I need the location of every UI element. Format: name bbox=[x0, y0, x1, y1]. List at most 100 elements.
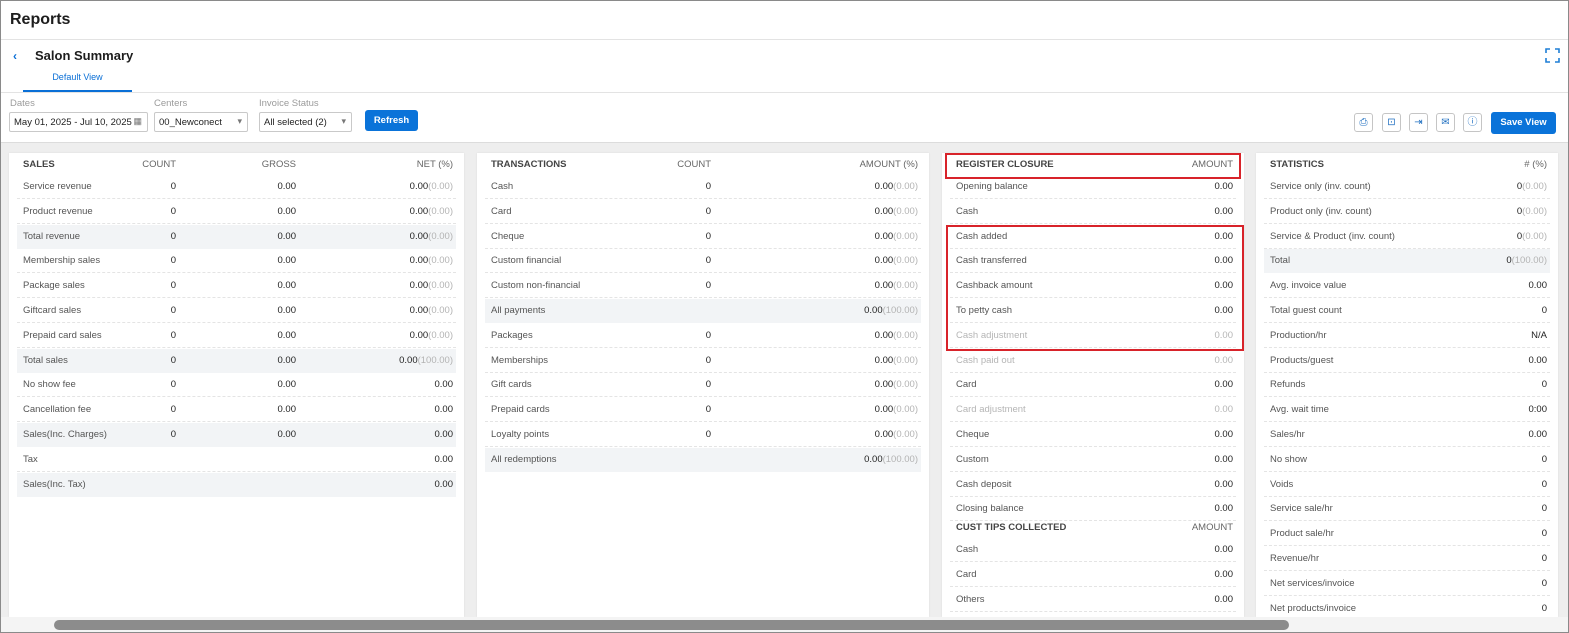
row-label: Card bbox=[491, 205, 512, 217]
row-label: All redemptions bbox=[491, 453, 557, 465]
count-value: 0 bbox=[705, 230, 711, 242]
horizontal-scrollbar[interactable] bbox=[54, 620, 1289, 630]
gross-value: 0.00 bbox=[277, 404, 297, 416]
print-icon[interactable]: ⎙ bbox=[1354, 113, 1373, 132]
save-view-button[interactable]: Save View bbox=[1491, 112, 1556, 134]
table-row: Refunds 0 bbox=[1264, 373, 1550, 398]
row-label: Gift cards bbox=[491, 379, 532, 391]
count-value: 0 bbox=[705, 329, 711, 341]
chevron-left-icon[interactable]: ‹ bbox=[13, 49, 17, 63]
transactions-header: TRANSACTIONS COUNT AMOUNT (%) bbox=[491, 159, 918, 170]
net-percent: (0.00) bbox=[428, 181, 453, 192]
table-row: Product only (inv. count) 0(0.00) bbox=[1264, 200, 1550, 224]
refresh-button[interactable]: Refresh bbox=[365, 110, 418, 131]
dates-field[interactable]: May 01, 2025 - Jul 10, 2025 ▦ bbox=[9, 112, 148, 132]
net-value: 0.00(0.00) bbox=[410, 255, 453, 266]
value: 0 bbox=[1541, 453, 1547, 465]
amount: 0.00 bbox=[874, 181, 894, 192]
table-row: Prepaid cards 0 0.00(0.00) bbox=[485, 398, 921, 423]
value: 0.00 bbox=[1528, 429, 1548, 440]
net-percent: (0.00) bbox=[428, 329, 453, 341]
table-row: Tax 0.00 bbox=[17, 448, 456, 472]
row-label: Membership sales bbox=[23, 255, 101, 267]
stat-value: 0.00 bbox=[1529, 429, 1548, 440]
row-label: No show bbox=[1270, 453, 1307, 465]
amount-percent: (0.00) bbox=[893, 404, 918, 416]
row-label: Others bbox=[956, 593, 985, 605]
gross-value: 0.00 bbox=[277, 280, 297, 292]
net-amount: 0.00 bbox=[434, 379, 454, 391]
info-icon[interactable]: ⓘ bbox=[1463, 113, 1482, 132]
table-row: Net services/invoice 0 bbox=[1264, 572, 1550, 596]
expand-icon[interactable] bbox=[1544, 47, 1561, 64]
amount-percent: (0.00) bbox=[893, 379, 918, 391]
table-row: Cash deposit 0.00 bbox=[950, 473, 1236, 497]
net-amount: 0.00 bbox=[409, 305, 429, 316]
amount-percent: (0.00) bbox=[893, 354, 918, 366]
table-row: Prepaid card sales 0 0.00 0.00(0.00) bbox=[17, 324, 456, 348]
row-label: Package sales bbox=[23, 280, 85, 292]
row-label: Avg. invoice value bbox=[1270, 280, 1347, 292]
invoice-status-select[interactable]: All selected (2) ▾ bbox=[259, 112, 352, 132]
stat-value: 0 bbox=[1542, 578, 1547, 589]
table-row: Net products/invoice 0 bbox=[1264, 597, 1550, 617]
email-icon[interactable]: ✉ bbox=[1436, 113, 1455, 132]
value: 0 bbox=[1541, 577, 1547, 589]
net-amount: 0.00 bbox=[434, 478, 454, 490]
value: 0.00 bbox=[1528, 280, 1548, 292]
row-label: Cash deposit bbox=[956, 478, 1012, 490]
value: 0 bbox=[1541, 503, 1547, 515]
stat-value: 0 bbox=[1542, 305, 1547, 316]
count-value: 0 bbox=[705, 205, 711, 217]
amount-value: 0.00(0.00) bbox=[875, 379, 918, 390]
net-amount: 0.00 bbox=[434, 404, 454, 416]
gross-value: 0.00 bbox=[277, 255, 297, 267]
transactions-panel: TRANSACTIONS COUNT AMOUNT (%) Cash 0 0.00(… bbox=[477, 153, 929, 617]
net-value: 0.00 bbox=[435, 404, 454, 415]
table-row: Service revenue 0 0.00 0.00(0.00) bbox=[17, 175, 456, 199]
net-amount: 0.00 bbox=[434, 429, 454, 440]
table-row: Revenue/hr 0 bbox=[1264, 547, 1550, 571]
table-row: Loyalty points 0 0.00(0.00) bbox=[485, 423, 921, 447]
tips-header-label: CUST TIPS COLLECTED bbox=[956, 522, 1067, 534]
tab-default-view[interactable]: Default View bbox=[23, 72, 132, 92]
amount-value: 0.00(0.00) bbox=[875, 355, 918, 366]
row-label: Net services/invoice bbox=[1270, 577, 1355, 589]
count-value: 0 bbox=[170, 429, 176, 440]
page-title: Salon Summary bbox=[35, 48, 134, 63]
amount-percent: (0.00) bbox=[893, 181, 918, 192]
table-row: Total 0(100.00) bbox=[1264, 249, 1550, 274]
count-value: 0 bbox=[170, 354, 176, 366]
caret-down-icon: ▾ bbox=[237, 116, 242, 126]
dates-label: Dates bbox=[10, 98, 35, 109]
row-label: Card bbox=[956, 569, 977, 580]
value: 0 bbox=[1541, 305, 1547, 316]
row-label: Sales(Inc. Charges) bbox=[23, 429, 107, 440]
amount-value: 0.00(0.00) bbox=[875, 206, 918, 217]
gross-value: 0.00 bbox=[277, 205, 297, 217]
centers-select[interactable]: 00_Newconect ▾ bbox=[154, 112, 248, 132]
preview-icon[interactable]: ⊡ bbox=[1382, 113, 1401, 132]
value: 0 bbox=[1541, 602, 1547, 614]
count-value: 0 bbox=[170, 305, 176, 316]
amount-value: 0.00(0.00) bbox=[875, 330, 918, 341]
value: 0 bbox=[1541, 379, 1547, 391]
table-row: Production/hr N/A bbox=[1264, 324, 1550, 348]
amount-percent: (100.00) bbox=[882, 453, 918, 465]
amount: 0.00 bbox=[874, 429, 894, 440]
value: 0 bbox=[1541, 478, 1547, 490]
dates-value: May 01, 2025 - Jul 10, 2025 bbox=[14, 117, 132, 128]
row-label: Service only (inv. count) bbox=[1270, 181, 1371, 192]
table-row: Cancellation fee 0 0.00 0.00 bbox=[17, 398, 456, 423]
net-value: 0.00 bbox=[435, 379, 454, 390]
row-label: Service & Product (inv. count) bbox=[1270, 230, 1395, 242]
gross-value: 0.00 bbox=[277, 379, 297, 391]
amount: 0.00 bbox=[1214, 593, 1234, 605]
net-amount: 0.00 bbox=[409, 181, 429, 192]
statistics-panel: STATISTICS # (%) Service only (inv. coun… bbox=[1256, 153, 1558, 617]
table-row: Custom 0.00 bbox=[950, 448, 1236, 472]
amount: 0.00 bbox=[874, 379, 894, 391]
row-label: Custom bbox=[956, 453, 989, 465]
row-label: Cash paid out bbox=[956, 354, 1015, 366]
export-icon[interactable]: ⇥ bbox=[1409, 113, 1428, 132]
